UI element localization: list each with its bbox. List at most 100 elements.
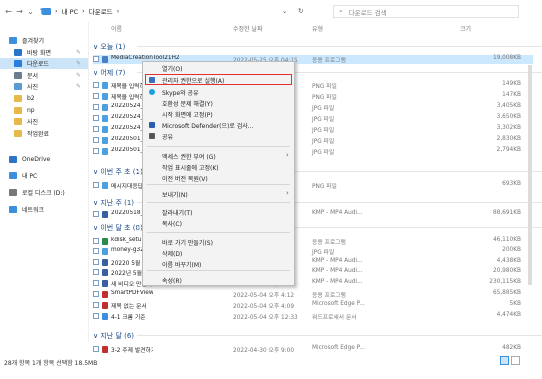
context-menu-item[interactable]: 공유 (143, 131, 294, 141)
network-icon (9, 206, 17, 213)
context-menu-label: 이름 바꾸기(M) (162, 262, 202, 269)
file-size: 200KB (502, 247, 521, 253)
row-checkbox[interactable] (93, 182, 99, 188)
pin-icon: ✎ (76, 49, 82, 56)
pictures-icon (14, 83, 22, 90)
row-checkbox[interactable] (93, 269, 99, 275)
file-icon (102, 238, 108, 245)
context-menu-item[interactable]: 관리자 권한으로 실행(A) (143, 75, 294, 85)
context-menu-item[interactable]: 작업 표시줄에 고정(K) (143, 162, 294, 172)
file-row[interactable]: 4-1 크롬 기준 2022-05-04 오후 12:33 워드프로세서 문서 4,4… (93, 312, 533, 321)
file-type: 워드프로세서 문서 (312, 315, 357, 321)
file-icon (102, 248, 108, 255)
file-type: PNG 파일 (312, 84, 337, 90)
row-checkbox[interactable] (93, 259, 99, 265)
breadcrumb-my-pc[interactable]: 내 PC (62, 6, 79, 16)
nav-item[interactable]: np (0, 105, 88, 116)
group-header[interactable]: ∨ 이번 달 초 (8) (93, 222, 542, 233)
scrollbar-thumb[interactable] (528, 65, 532, 285)
context-menu-item[interactable]: 삭제(D) (143, 248, 294, 258)
row-checkbox[interactable] (93, 93, 99, 99)
column-header-size[interactable]: 크기 (460, 22, 471, 34)
back-button-icon[interactable]: ← (3, 7, 14, 16)
nav-item[interactable]: 로컬 디스크 (D:) (0, 187, 88, 198)
row-checkbox[interactable] (93, 291, 99, 297)
context-menu-item[interactable]: 복사(C) (143, 218, 294, 228)
group-header[interactable]: ∨ 지난 달 (6) (93, 330, 542, 341)
row-checkbox[interactable] (93, 346, 99, 352)
group-header[interactable]: ∨ 어제 (7) (93, 67, 542, 78)
nav-item[interactable]: 문서 ✎ (0, 70, 88, 81)
nav-item[interactable]: 사진 ✎ (0, 81, 88, 92)
column-header-date[interactable]: 수정한 날짜 (233, 22, 263, 34)
nav-item-label: 사진 (27, 119, 39, 126)
star-icon (9, 37, 17, 44)
row-checkbox[interactable] (93, 302, 99, 308)
context-menu-item[interactable]: Skype와 공유 (143, 87, 294, 97)
context-menu-item[interactable]: 이름 바꾸기(M) (143, 259, 294, 269)
submenu-arrow-icon: › (286, 151, 289, 159)
nav-item[interactable]: OneDrive (0, 154, 88, 165)
row-checkbox[interactable] (93, 104, 99, 110)
file-row[interactable]: 3-2 주제 발견하기 2022-04-30 오후 9:00 Microsoft E… (93, 345, 533, 354)
details-view-button[interactable] (500, 356, 509, 365)
row-checkbox[interactable] (93, 211, 99, 217)
vertical-scrollbar[interactable] (528, 30, 532, 350)
row-checkbox[interactable] (93, 115, 99, 121)
nav-item[interactable]: 즐겨찾기 (0, 35, 88, 46)
row-checkbox[interactable] (93, 137, 99, 143)
recent-dropdown-icon[interactable]: ⌄ (25, 7, 36, 16)
crumb-sep: › (55, 7, 58, 15)
context-menu-item[interactable]: Microsoft Defender(으)로 검사... (143, 120, 294, 130)
menu-separator (147, 184, 290, 185)
nav-item[interactable]: 내 PC (0, 170, 88, 181)
group-header[interactable]: ∨ 이번 주 초 (1) (93, 166, 542, 177)
context-menu-item[interactable]: 열기(O) (143, 63, 294, 73)
context-menu-label: 이전 버전 복원(V) (162, 176, 208, 183)
crumb-sep: › (82, 7, 85, 15)
context-menu-item[interactable]: 시작 화면에 고정(P) (143, 109, 294, 119)
group-header[interactable]: ∨ 지난 주 (1) (93, 197, 542, 208)
row-checkbox[interactable] (93, 56, 99, 62)
forward-button-icon[interactable]: → (14, 7, 25, 16)
context-menu-item[interactable]: 액세스 권한 부여 (G) › (143, 151, 294, 161)
file-type: JPG 파일 (312, 139, 335, 145)
file-row[interactable]: SmartPDFViewer_5.3.6_Setup 2022-05-04 오후 … (93, 290, 533, 299)
address-dropdown-icon[interactable]: ⌄ (282, 7, 287, 15)
context-menu-item[interactable]: 호환성 문제 해결(Y) (143, 98, 294, 108)
row-checkbox[interactable] (93, 238, 99, 244)
large-icons-view-button[interactable] (511, 356, 520, 365)
group-header[interactable]: ∨ 오늘 (1) (93, 41, 542, 52)
context-menu-item[interactable]: 보내기(N) › (143, 189, 294, 199)
nav-item[interactable]: b2 (0, 93, 88, 104)
column-header-name[interactable]: 이름 (111, 22, 122, 34)
row-checkbox[interactable] (93, 126, 99, 132)
row-checkbox[interactable] (93, 313, 99, 319)
row-checkbox[interactable] (93, 248, 99, 254)
column-header-type[interactable]: 유형 (312, 22, 323, 34)
file-date: 2022-04-30 오후 9:00 (233, 348, 295, 354)
context-menu-item[interactable]: 바로 가기 만들기(S) (143, 237, 294, 247)
row-checkbox[interactable] (93, 82, 99, 88)
nav-item[interactable]: 다운로드 ✎ (0, 58, 88, 69)
file-row[interactable]: 제목 없는 문서 2022-05-04 오후 4:09 Microsoft Edge… (93, 301, 533, 310)
file-date: 2022-05-04 오후 4:09 (233, 304, 295, 310)
breadcrumb-downloads[interactable]: 다운로드 (89, 6, 113, 16)
file-size: 149KB (502, 81, 521, 87)
context-menu-item[interactable]: 잘라내기(T) (143, 207, 294, 217)
group-label: ∨ 이번 달 초 (8) (93, 223, 143, 232)
file-type: KMP - MP4 Audi... (312, 210, 363, 216)
file-size: 693KB (502, 181, 521, 187)
nav-item[interactable]: 네트워크 (0, 204, 88, 215)
context-menu-item[interactable]: 이전 버전 복원(V) (143, 173, 294, 183)
refresh-icon[interactable]: ↻ (298, 7, 303, 15)
nav-item[interactable]: 바탕 화면 ✎ (0, 47, 88, 58)
row-checkbox[interactable] (93, 148, 99, 154)
context-menu-label: 열기(O) (162, 66, 183, 73)
nav-item[interactable]: 작업완료 (0, 128, 88, 139)
nav-item[interactable]: 사진 (0, 116, 88, 127)
pane-divider[interactable] (88, 22, 89, 342)
search-input[interactable]: ⌕ 다운로드 검색 (333, 5, 519, 18)
context-menu-item[interactable]: 속성(R) (143, 275, 294, 285)
row-checkbox[interactable] (93, 280, 99, 286)
